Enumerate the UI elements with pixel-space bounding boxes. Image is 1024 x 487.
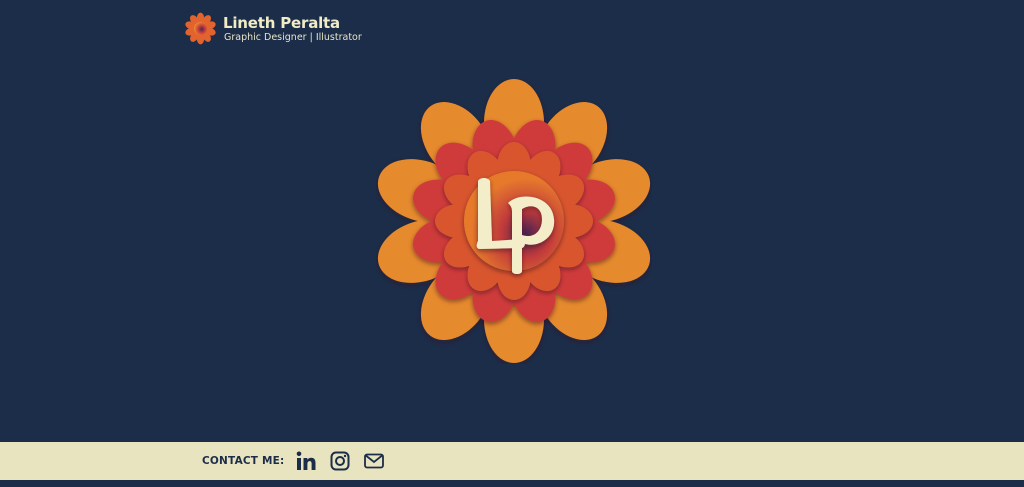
site-footer: CONTACT ME: [0, 442, 1024, 480]
site-name[interactable]: Lineth Peralta [223, 14, 362, 32]
linkedin-link[interactable] [294, 449, 318, 473]
site-tagline: Graphic Designer | Illustrator [224, 31, 362, 43]
instagram-link[interactable] [328, 449, 352, 473]
contact-bar: CONTACT ME: [202, 442, 386, 480]
brand-block: Lineth Peralta Graphic Designer | Illust… [223, 14, 362, 44]
instagram-icon [330, 451, 350, 471]
mail-icon [364, 453, 385, 469]
bottom-strip [0, 480, 1024, 487]
social-links [294, 449, 386, 473]
email-link[interactable] [362, 449, 386, 473]
site-header: Lineth Peralta Graphic Designer | Illust… [184, 12, 362, 45]
linkedin-icon [297, 451, 316, 470]
flower-lp-monogram-icon [377, 79, 651, 363]
contact-label: CONTACT ME: [202, 455, 285, 467]
flower-logo-icon[interactable] [184, 12, 217, 45]
